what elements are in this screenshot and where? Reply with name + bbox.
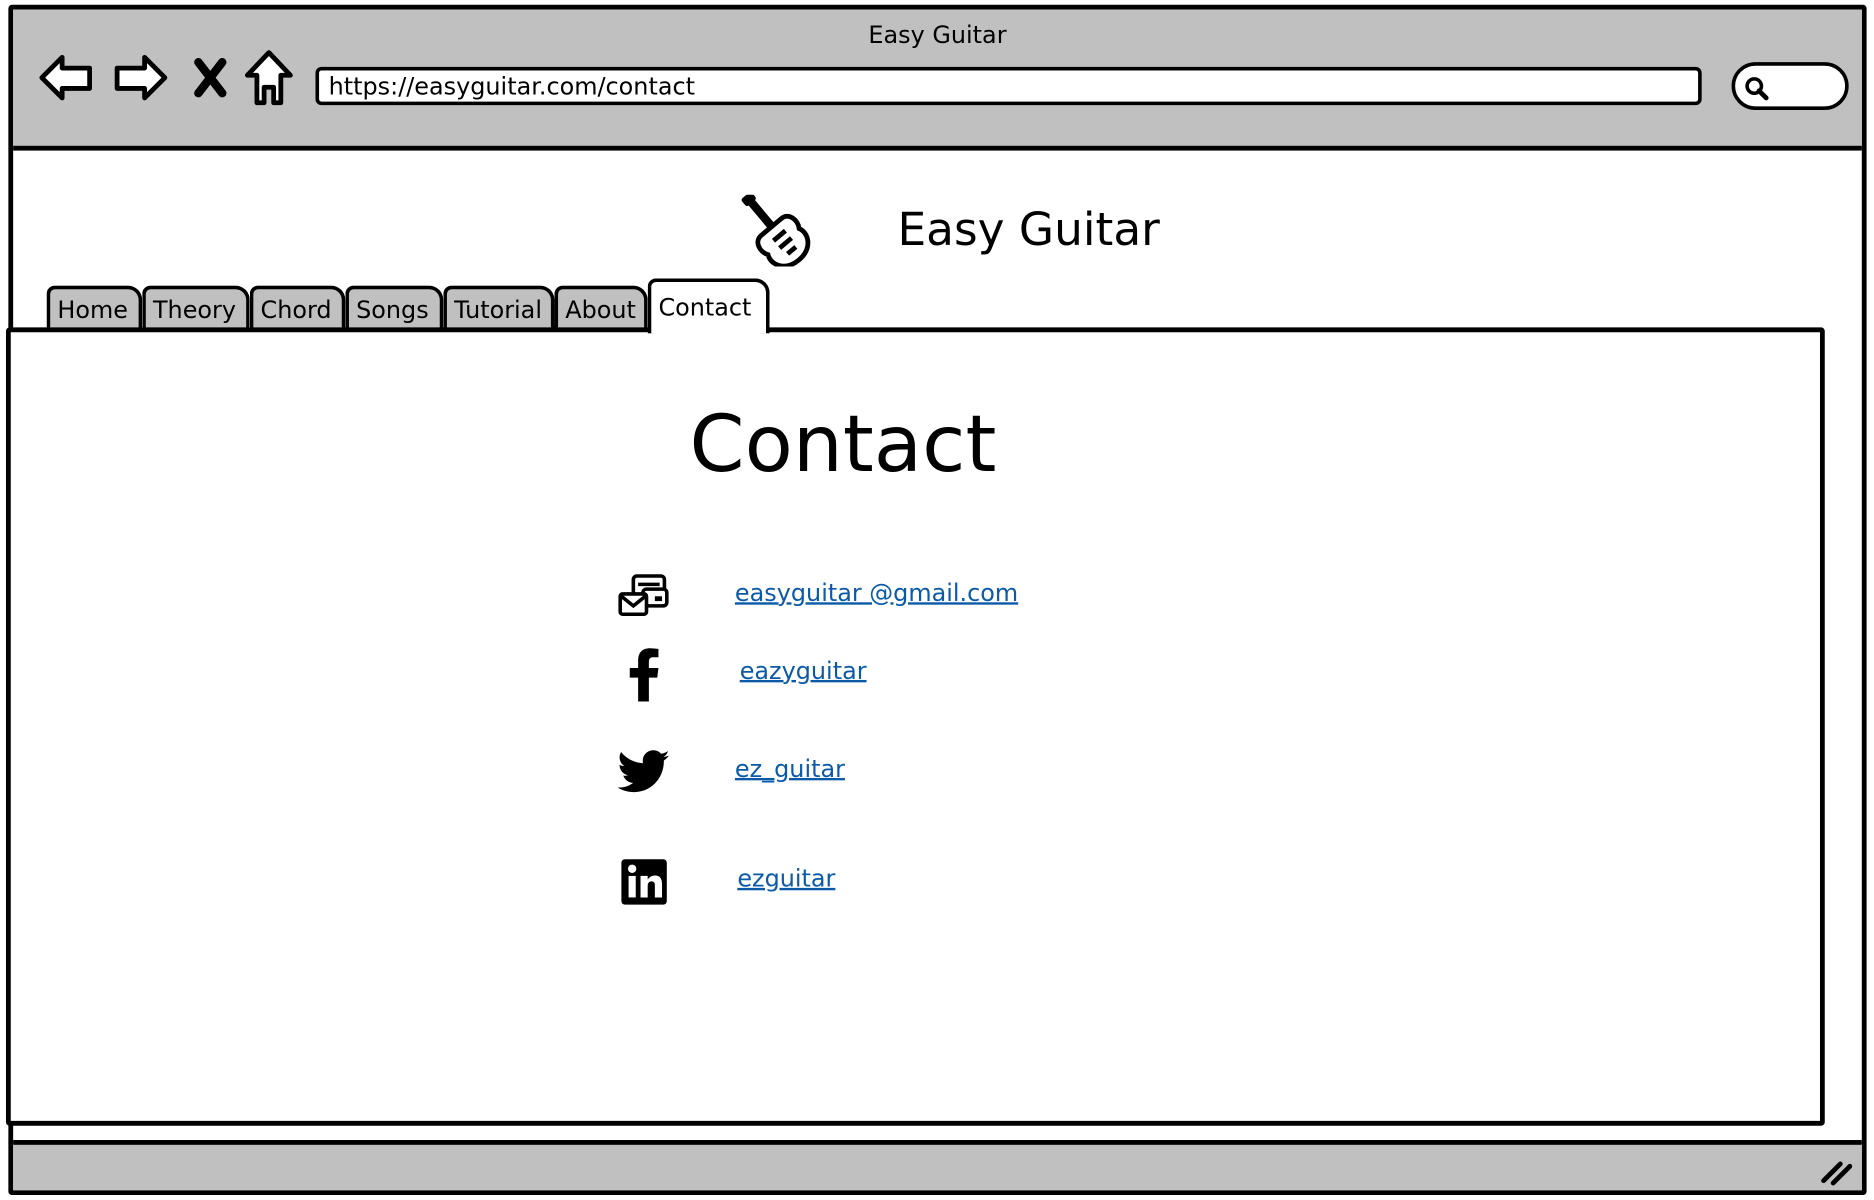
browser-search-field[interactable] bbox=[1731, 62, 1849, 110]
contact-email-row: easyguitar @gmail.com bbox=[614, 569, 1152, 624]
tab-chord[interactable]: Chord bbox=[249, 285, 346, 334]
window-title: Easy Guitar bbox=[868, 20, 1007, 49]
page-title: Contact bbox=[689, 397, 997, 490]
contact-linkedin-row: ezguitar bbox=[614, 854, 1152, 909]
electric-guitar-icon bbox=[737, 192, 811, 271]
arrow-left-icon bbox=[39, 54, 93, 101]
status-bar bbox=[13, 1140, 1862, 1191]
browser-window: Easy Guitar https://easyguitar.com/conta… bbox=[5, 4, 1867, 1195]
arrow-right-icon bbox=[114, 54, 168, 101]
stop-button[interactable] bbox=[190, 49, 231, 106]
facebook-icon bbox=[614, 646, 674, 702]
tab-about[interactable]: About bbox=[554, 285, 648, 334]
linkedin-link[interactable]: ezguitar bbox=[737, 864, 835, 893]
twitter-link[interactable]: ez_guitar bbox=[735, 754, 845, 783]
facebook-link[interactable]: eazyguitar bbox=[740, 656, 867, 685]
tab-home[interactable]: Home bbox=[46, 285, 143, 334]
home-icon bbox=[244, 50, 293, 106]
site-title: Easy Guitar bbox=[897, 203, 1160, 256]
back-button[interactable] bbox=[37, 49, 94, 106]
email-link[interactable]: easyguitar @gmail.com bbox=[735, 578, 1018, 607]
close-icon bbox=[194, 57, 227, 98]
forward-button[interactable] bbox=[111, 49, 171, 106]
content-panel: Contact easyguitar @gmail.com eazyguitar… bbox=[5, 327, 1825, 1126]
site-header: Easy Guitar bbox=[13, 189, 1862, 273]
twitter-icon bbox=[614, 744, 674, 799]
resize-grip-icon[interactable] bbox=[1819, 1157, 1853, 1186]
email-icon bbox=[614, 569, 674, 624]
browser-toolbar: Easy Guitar https://easyguitar.com/conta… bbox=[13, 9, 1862, 151]
address-bar[interactable]: https://easyguitar.com/contact bbox=[315, 66, 1702, 106]
contact-twitter-row: ez_guitar bbox=[614, 744, 1152, 799]
search-icon bbox=[1745, 77, 1769, 101]
linkedin-icon bbox=[614, 854, 674, 909]
tab-contact[interactable]: Contact bbox=[647, 278, 770, 334]
tab-songs[interactable]: Songs bbox=[345, 285, 444, 334]
home-button[interactable] bbox=[243, 49, 296, 106]
contact-facebook-row: eazyguitar bbox=[614, 646, 1152, 702]
tab-theory[interactable]: Theory bbox=[142, 285, 250, 334]
tab-tutorial[interactable]: Tutorial bbox=[443, 285, 555, 334]
